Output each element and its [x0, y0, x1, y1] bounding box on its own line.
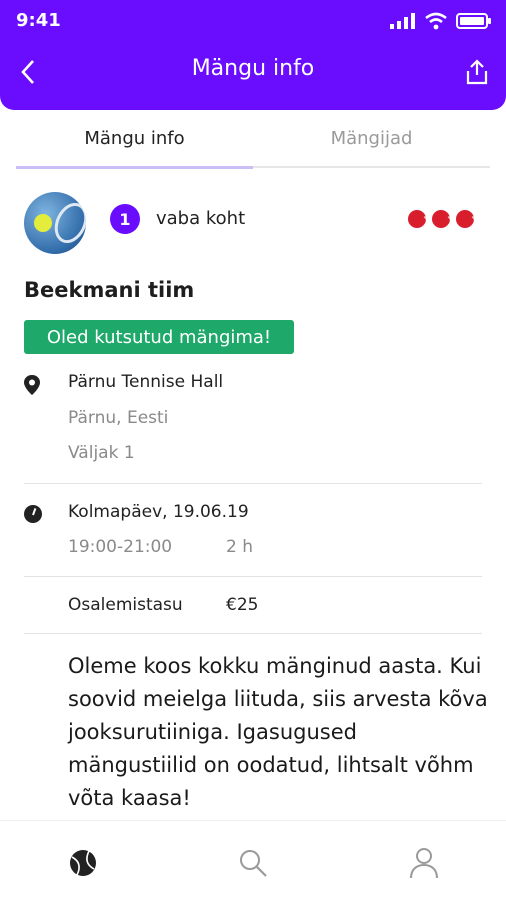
free-spots-label: vaba koht [156, 208, 246, 229]
tab-bar: Mängu info Mängijad [16, 128, 490, 169]
profile-icon [410, 848, 438, 879]
fee-label: Osalemistasu [68, 595, 183, 615]
status-icons [390, 10, 492, 32]
tennis-ball-icon [432, 210, 450, 228]
location-name: Pärnu Tennise Hall [68, 372, 224, 392]
battery-icon [456, 13, 491, 29]
nav-profile[interactable] [408, 847, 440, 879]
game-description: Oleme koos kokku mänginud aasta. Kui soo… [68, 654, 488, 810]
tennis-ball-icon [408, 210, 426, 228]
bottom-nav [0, 820, 506, 901]
location-pin-icon [24, 375, 40, 395]
status-time: 9:41 [16, 10, 61, 31]
tab-players[interactable]: Mängijad [253, 128, 490, 149]
nav-search[interactable] [237, 847, 269, 879]
location-court: Väljak 1 [68, 443, 135, 463]
team-avatar [24, 192, 86, 254]
search-icon [240, 850, 267, 877]
page-title: Mängu info [191, 56, 315, 81]
divider [24, 576, 482, 577]
share-icon [466, 59, 488, 85]
game-time: 19:00-21:00 [68, 537, 173, 557]
team-name: Beekmani tiim [24, 278, 195, 302]
fee-value: €25 [226, 595, 259, 615]
nav-games[interactable] [67, 847, 99, 879]
clock-icon [24, 505, 42, 523]
game-duration: 2 h [226, 537, 253, 557]
avatar-ball [34, 214, 52, 232]
share-button[interactable] [462, 56, 492, 88]
tab-active-indicator [16, 166, 253, 169]
wifi-icon [425, 12, 447, 30]
divider [24, 633, 482, 634]
tab-game-info[interactable]: Mängu info [16, 128, 253, 149]
skill-level-balls [408, 210, 474, 228]
signal-icon [390, 13, 415, 29]
app-header: 9:41 Mängu info [0, 0, 506, 110]
location-city: Pärnu, Eesti [68, 408, 169, 428]
free-spots-count: 1 [110, 204, 140, 234]
divider [24, 483, 482, 484]
game-date: Kolmapäev, 19.06.19 [68, 502, 249, 522]
avatar-racket [48, 197, 86, 249]
invite-badge: Oled kutsutud mängima! [24, 320, 294, 354]
tennis-ball-icon [70, 850, 96, 876]
tennis-ball-icon [456, 210, 474, 228]
